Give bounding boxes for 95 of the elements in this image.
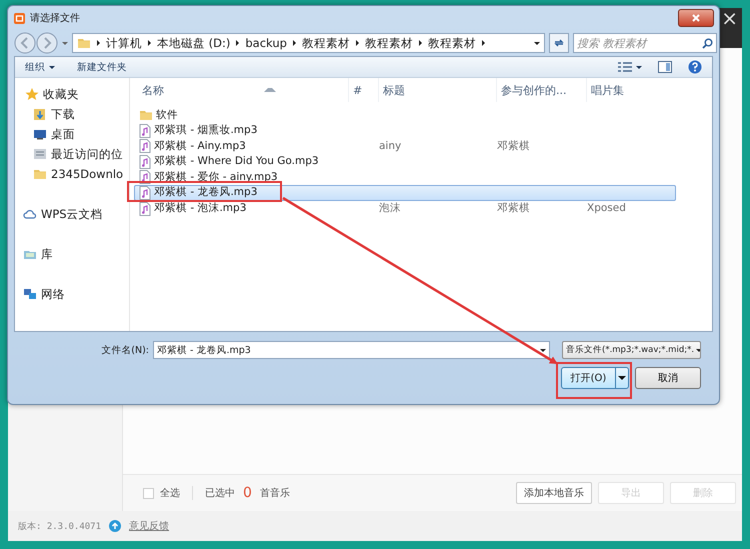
breadcrumb-item[interactable]: 计算机 [106, 36, 142, 50]
filename-field[interactable]: 邓紫棋 - 龙卷风.mp3 [153, 341, 550, 359]
chevron-icon [292, 40, 296, 46]
selected-label: 已选中 [205, 486, 235, 500]
column-header[interactable]: 参与创作的... [496, 78, 586, 102]
caret-icon [636, 66, 642, 68]
file-row[interactable]: 邓紫棋 - 泡沫.mp3 泡沫 邓紫棋 Xposed [134, 200, 676, 216]
caret-icon [534, 42, 540, 44]
file-name: 邓紫棋 - Ainy.mp3 [154, 140, 246, 153]
feedback-link[interactable]: 意见反馈 [129, 519, 170, 533]
sidebar-item[interactable]: 收藏夹 [15, 84, 129, 104]
view-button[interactable] [618, 62, 642, 72]
search-field[interactable]: 搜索 教程素材 [573, 33, 717, 53]
file-row[interactable]: 邓紫棋 - 爱你 - ainy.mp3 [134, 169, 676, 185]
chevron-icon [236, 40, 240, 46]
sidebar-item[interactable]: 2345Downlo [15, 164, 129, 184]
audio-file-icon [139, 154, 151, 169]
caret-icon [49, 66, 55, 68]
breadcrumb-item[interactable]: 教程素材 [428, 36, 476, 50]
checkbox[interactable] [143, 488, 154, 498]
chevron-icon [418, 40, 422, 46]
footer-button[interactable]: 添加本地音乐 [516, 482, 592, 504]
file-name: 邓紫棋 - 泡沫.mp3 [154, 202, 246, 216]
chevron-icon [97, 40, 100, 46]
sidebar-item[interactable]: 桌面 [15, 124, 129, 144]
sidebar-item[interactable]: 下载 [15, 104, 129, 124]
toolbar-button[interactable]: 组织 [25, 60, 55, 74]
file-name: 邓紫琪 - 烟熏妆.mp3 [154, 124, 258, 138]
column-header[interactable]: # [348, 78, 378, 102]
download-folder-icon [33, 107, 47, 121]
cancel-button[interactable]: 取消 [635, 367, 701, 389]
chevron-icon [148, 40, 151, 46]
breadcrumb-item[interactable]: 教程素材 [302, 36, 350, 50]
sort-icon [264, 88, 276, 92]
file-row[interactable]: 邓紫棋 - 龙卷风.mp3 [134, 184, 676, 201]
select-all-label[interactable]: 全选 [160, 486, 180, 500]
file-name: 邓紫棋 - Where Did You Go.mp3 [154, 155, 319, 168]
close-button[interactable] [678, 9, 714, 27]
column-header[interactable]: 标题 [378, 78, 496, 102]
table-cell-text: 邓紫棋 [497, 140, 531, 153]
column-header[interactable]: 名称 [138, 78, 348, 102]
recent-places-icon [33, 147, 47, 161]
folder-icon [77, 36, 91, 50]
app-logo-icon [14, 12, 25, 24]
version-text: 版本: 2.3.0.4071 [18, 520, 102, 532]
refresh-icon [553, 37, 565, 49]
folder-icon [139, 108, 153, 122]
close-icon [692, 14, 700, 22]
caret-icon [618, 376, 626, 380]
file-row[interactable]: 邓紫棋 - Where Did You Go.mp3 [134, 154, 676, 170]
address-bar[interactable]: 计算机 本地磁盘 (D:) backup 教程素材 教程素材 教程素材 [72, 33, 545, 53]
audio-file-icon [139, 124, 151, 138]
selected-count: 0 [243, 485, 252, 501]
upgrade-icon[interactable] [109, 520, 122, 532]
folder-icon [33, 167, 47, 181]
file-type-dropdown[interactable]: 音乐文件(*.mp3;*.wav;*.mid;*. [562, 341, 701, 359]
window-title: 请选择文件 [30, 12, 81, 25]
caret-icon [540, 348, 546, 352]
file-name: 邓紫棋 - 龙卷风.mp3 [154, 186, 258, 200]
selected-label: 首音乐 [260, 486, 290, 500]
column-header[interactable]: 唱片集 [586, 78, 686, 102]
file-name: 软件 [156, 108, 178, 122]
file-row[interactable]: 邓紫棋 - Ainy.mp3 ainy 邓紫棋 [134, 138, 676, 154]
refresh-button[interactable] [549, 33, 569, 53]
preview-pane-button[interactable] [658, 61, 672, 73]
close-button[interactable]: × [717, 8, 742, 28]
open-button[interactable]: 打开(O) [561, 367, 629, 389]
star-icon [25, 87, 39, 101]
network-icon [23, 287, 37, 301]
sidebar-item[interactable]: 网络 [15, 284, 129, 304]
breadcrumb-item[interactable]: 教程素材 [364, 36, 413, 50]
table-cell-text: Xposed [587, 202, 627, 216]
breadcrumb-item[interactable]: 本地磁盘 (D:) [157, 36, 230, 50]
toolbar-button[interactable]: 新建文件夹 [77, 60, 127, 74]
chevron-icon [356, 40, 359, 46]
monitor-icon [33, 127, 47, 141]
file-row[interactable]: 邓紫琪 - 烟熏妆.mp3 [134, 122, 676, 138]
table-cell-text: 泡沫 [379, 202, 402, 216]
filename-label: 文件名(N): [101, 344, 149, 356]
file-row[interactable]: 软件 [134, 107, 676, 123]
audio-file-icon [139, 139, 151, 154]
breadcrumb-item[interactable]: backup [245, 36, 287, 50]
sidebar-item[interactable]: 最近访问的位 [15, 144, 129, 164]
table-cell-text: ainy [379, 140, 402, 153]
chevron-icon [482, 40, 485, 46]
caret-icon [62, 42, 68, 44]
table-cell-text: 邓紫棋 [497, 202, 531, 216]
cloud-icon [23, 207, 37, 221]
audio-file-icon [139, 186, 151, 200]
sidebar-item[interactable]: 库 [15, 244, 129, 264]
list-view-icon [618, 62, 632, 72]
file-name: 邓紫棋 - 爱你 - ainy.mp3 [154, 170, 278, 184]
help-icon[interactable] [688, 60, 702, 74]
sidebar-item[interactable]: WPS云文档 [15, 204, 129, 224]
audio-file-icon [139, 202, 151, 216]
